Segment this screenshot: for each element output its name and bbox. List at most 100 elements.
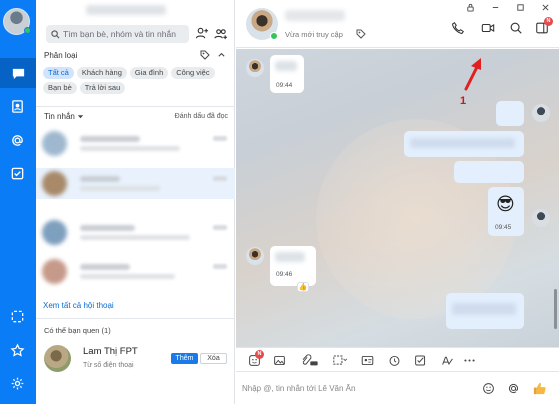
thumbs-up-icon — [533, 382, 546, 395]
annotation-marker: 1 — [460, 95, 467, 107]
nav-starred[interactable] — [9, 342, 26, 359]
gear-icon — [11, 377, 24, 390]
divider — [36, 106, 235, 107]
font-pen-icon — [441, 356, 453, 365]
notification-badge: N — [544, 17, 553, 26]
reaction-badge[interactable]: 👍 — [297, 282, 309, 292]
message-text-redacted — [275, 252, 305, 262]
conversation-panel: Phân loại Tất cả Khách hàng Gia đình Côn… — [36, 0, 235, 404]
tag-customers[interactable]: Khách hàng — [76, 67, 127, 79]
maximize-icon[interactable] — [515, 2, 525, 12]
message-text-redacted — [275, 61, 297, 71]
tag-family[interactable]: Gia đình — [129, 67, 169, 79]
chat-bubble-icon — [12, 68, 24, 79]
search-box[interactable] — [46, 25, 189, 43]
nav-contacts[interactable] — [9, 98, 26, 115]
tag-icon[interactable] — [356, 29, 366, 39]
nav-settings[interactable] — [9, 375, 26, 392]
more-dots-icon — [463, 358, 475, 362]
conversation-preview-redacted — [80, 235, 190, 240]
nav-messages[interactable] — [0, 58, 36, 88]
lock-icon[interactable] — [465, 2, 475, 12]
nav-todo[interactable] — [9, 165, 26, 182]
crop-frame-icon — [11, 310, 24, 323]
suggested-friend-source: Từ số điện thoại — [83, 362, 134, 369]
create-group-icon[interactable] — [213, 26, 228, 41]
outgoing-message-redacted[interactable] — [446, 293, 524, 329]
outgoing-message-redacted[interactable] — [496, 101, 524, 126]
see-all-conversations-link[interactable]: Xem tất cả hội thoại — [43, 301, 114, 310]
reminder-button[interactable] — [387, 353, 401, 367]
outgoing-sticker-message[interactable]: 😎 09:45 — [488, 187, 524, 236]
screenshot-button[interactable] — [330, 353, 348, 367]
add-friend-icon[interactable] — [194, 26, 209, 41]
more-options-button[interactable] — [462, 353, 476, 367]
search-icon — [510, 22, 522, 34]
text-format-button[interactable] — [440, 353, 454, 367]
outgoing-message-redacted[interactable] — [404, 131, 524, 157]
assign-task-button[interactable] — [413, 353, 427, 367]
attach-file-button[interactable] — [298, 353, 320, 367]
tag-friends[interactable]: Bạn bè — [43, 82, 77, 94]
message-scrollbar[interactable] — [554, 289, 557, 329]
nav-screenshot[interactable] — [9, 308, 26, 325]
sunglasses-emoji: 😎 — [496, 194, 515, 214]
filter-section-title: Phân loại — [44, 51, 78, 60]
message-time: 09:45 — [495, 224, 512, 231]
search-input[interactable] — [63, 29, 188, 39]
conversation-preview-redacted — [80, 186, 160, 191]
suggested-friend-avatar[interactable] — [44, 345, 71, 372]
tag-work[interactable]: Công việc — [171, 67, 215, 79]
conversation-row[interactable] — [36, 217, 235, 248]
contact-book-icon — [12, 100, 23, 113]
conversation-name-redacted — [80, 176, 120, 182]
incoming-message[interactable]: 09:46 — [270, 246, 316, 286]
voice-call-button[interactable] — [450, 20, 465, 35]
tag-reply-later[interactable]: Trả lời sau — [79, 82, 126, 94]
conversation-name-redacted — [80, 264, 130, 270]
nav-rail — [0, 0, 36, 404]
conversation-time-redacted — [213, 264, 227, 269]
app-title-redacted — [86, 5, 166, 15]
nav-mentions[interactable] — [9, 132, 26, 149]
sender-avatar[interactable] — [246, 59, 264, 77]
messages-filter-dropdown[interactable]: Tin nhắn — [44, 112, 84, 121]
clock-icon — [389, 355, 399, 366]
message-time: 09:46 — [276, 271, 293, 278]
conversation-row-selected[interactable] — [36, 168, 235, 199]
thumbs-up-icon: 👍 — [298, 284, 308, 291]
emoji-button[interactable] — [481, 381, 496, 396]
tag-all[interactable]: Tất cả — [43, 67, 74, 79]
sender-avatar[interactable] — [246, 247, 264, 265]
mark-all-read-link[interactable]: Đánh dấu đã đọc — [175, 113, 228, 120]
add-friend-button[interactable]: Thêm — [171, 353, 198, 364]
paperclip-icon — [302, 353, 318, 365]
my-avatar-small — [532, 104, 550, 122]
close-icon[interactable] — [540, 2, 550, 12]
conversation-name-redacted — [80, 225, 135, 231]
conversation-row[interactable] — [36, 128, 235, 159]
incoming-message[interactable]: 09:44 — [270, 55, 304, 93]
dismiss-suggestion-button[interactable]: Xóa — [200, 353, 227, 364]
divider — [36, 318, 235, 319]
conversation-row[interactable] — [36, 256, 235, 287]
messages-section-title: Tin nhắn — [44, 112, 75, 121]
send-image-button[interactable] — [272, 353, 286, 367]
search-icon — [51, 29, 60, 38]
avatar — [42, 220, 67, 245]
minimize-icon[interactable] — [490, 2, 500, 12]
send-contact-card-button[interactable] — [360, 353, 374, 367]
conversation-time-redacted — [213, 225, 227, 230]
crop-frame-icon — [332, 355, 347, 365]
conversation-preview-redacted — [80, 274, 175, 279]
conversation-preview-redacted — [80, 146, 180, 151]
chevron-up-icon[interactable] — [217, 50, 226, 59]
tag-settings-icon[interactable] — [200, 50, 210, 60]
phone-icon — [451, 21, 464, 34]
video-call-button[interactable] — [480, 20, 495, 35]
mention-button[interactable] — [506, 381, 521, 396]
message-input[interactable] — [242, 381, 462, 395]
search-in-chat-button[interactable] — [508, 20, 523, 35]
outgoing-message-redacted[interactable] — [454, 161, 524, 183]
quick-like-button[interactable] — [532, 381, 547, 396]
